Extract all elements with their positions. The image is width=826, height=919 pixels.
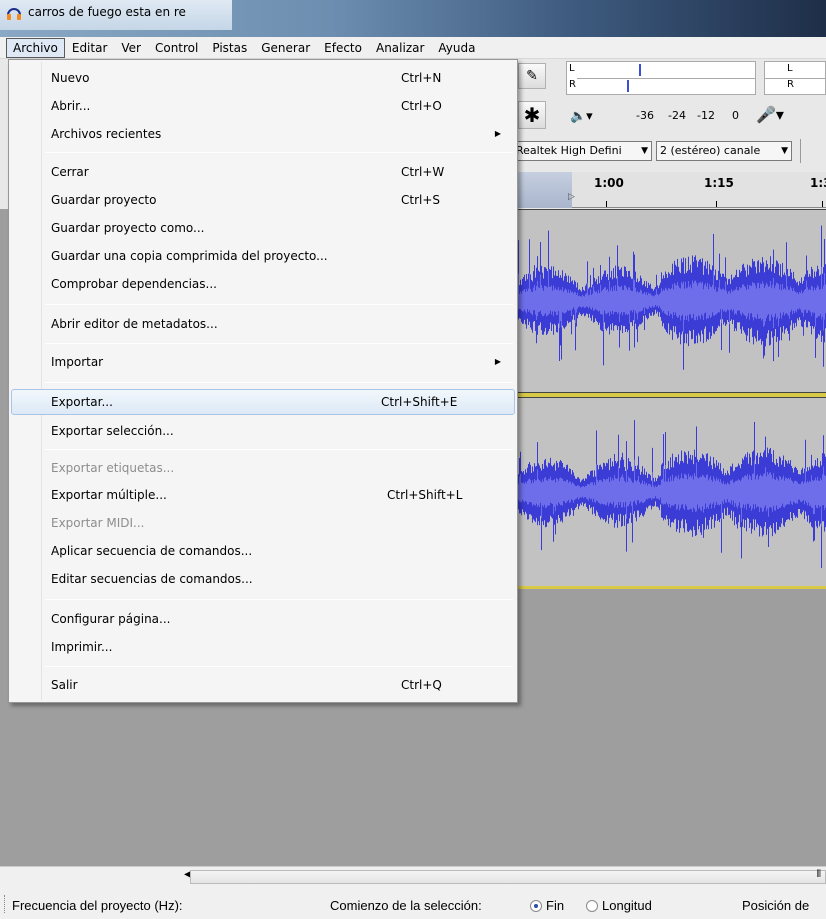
menu-bar: Archivo Editar Ver Control Pistas Genera… [0,37,826,59]
position-label: Posición de [742,898,810,913]
db-label-12: -12 [697,109,715,122]
menu-separator [45,152,513,153]
pencil-icon: ✎ [526,68,538,84]
menu-editar[interactable]: Editar [65,38,115,58]
menu-separator [45,382,513,383]
meter-right-label: R [569,79,576,90]
ruler-label-1-30: 1:3 [810,176,826,190]
menu-ver[interactable]: Ver [114,38,148,58]
file-menu: Nuevo Ctrl+N Abrir... Ctrl+O Archivos re… [8,59,518,703]
menu-item-guardar-proyecto[interactable]: Guardar proyecto Ctrl+S [11,188,515,212]
selection-start-label: Comienzo de la selección: [330,898,482,913]
menu-item-archivos-recientes[interactable]: Archivos recientes ▶ [11,122,515,146]
draw-tool-button[interactable]: ✎ [518,63,546,89]
radio-selected-icon [530,900,542,912]
project-rate-label: Frecuencia del proyecto (Hz): [12,898,183,913]
ruler-label-1-15: 1:15 [704,176,734,190]
multi-tool-button[interactable]: ✱ [518,101,546,129]
end-radio[interactable]: Fin [530,898,564,913]
ruler-label-1-00: 1:00 [594,176,624,190]
waveform-left [510,225,826,370]
menu-gutter [41,62,42,700]
rec-meter-right-label: R [787,79,794,90]
menu-separator [45,343,513,344]
menu-item-salir[interactable]: Salir Ctrl+Q [11,673,515,697]
menu-item-exportar-etiquetas: Exportar etiquetas... [51,461,175,475]
meter-peak-right [627,80,629,92]
db-label-24: -24 [668,109,686,122]
menu-item-exportar-midi: Exportar MIDI... [51,516,145,530]
waveform-right [510,420,826,569]
menu-control[interactable]: Control [148,38,205,58]
microphone-icon[interactable]: 🎤▾ [756,105,784,124]
menu-item-importar[interactable]: Importar ▶ [11,350,515,374]
menu-item-exportar-multiple[interactable]: Exportar múltiple... Ctrl+Shift+L [11,483,515,507]
scroll-thumb[interactable] [190,870,826,884]
db-label-0: 0 [732,109,739,122]
menu-item-exportar-seleccion[interactable]: Exportar selección... [11,419,515,443]
channels-select[interactable]: 2 (estéreo) canale ▼ [656,141,792,161]
submenu-arrow-icon: ▶ [494,357,501,366]
menu-pistas[interactable]: Pistas [205,38,254,58]
menu-ayuda[interactable]: Ayuda [431,38,482,58]
menu-separator [45,599,513,600]
menu-item-aplicar-secuencia[interactable]: Aplicar secuencia de comandos... [11,539,515,563]
menu-item-imprimir[interactable]: Imprimir... [11,635,515,659]
end-option-label: Fin [546,898,565,913]
length-radio[interactable]: Longitud [586,898,652,913]
radio-unselected-icon [586,900,598,912]
play-head-icon: ▷ [568,192,575,202]
chevron-down-icon: ▼ [781,146,788,156]
horizontal-scrollbar[interactable]: ◀ ⦀ [0,866,826,886]
title-bar: carros de fuego esta en re [0,0,826,37]
length-option-label: Longitud [602,898,652,913]
selection-toolbar: Frecuencia del proyecto (Hz): Comienzo d… [0,886,826,919]
toolbar-grip[interactable] [4,895,7,913]
menu-analizar[interactable]: Analizar [369,38,431,58]
audio-track-right-channel[interactable] [510,397,826,587]
menu-item-abrir[interactable]: Abrir... Ctrl+O [11,94,515,118]
menu-item-nuevo[interactable]: Nuevo Ctrl+N [11,66,515,90]
menu-generar[interactable]: Generar [254,38,317,58]
asterisk-icon: ✱ [523,103,541,127]
menu-item-configurar-pagina[interactable]: Configurar página... [11,607,515,631]
menu-item-editar-secuencias[interactable]: Editar secuencias de comandos... [11,567,515,591]
db-label-36: -36 [636,109,654,122]
menu-separator [45,666,513,667]
ruler-selection [510,172,572,208]
menu-item-comprobar-dependencias[interactable]: Comprobar dependencias... [11,272,515,296]
audacity-app-icon [7,8,21,20]
menu-efecto[interactable]: Efecto [317,38,369,58]
menu-item-abrir-editor-metadatos[interactable]: Abrir editor de metadatos... [11,312,515,336]
audio-track-left-channel[interactable] [510,209,826,393]
meter-left-label: L [569,63,575,74]
output-device-value: Realtek High Defini [516,144,622,157]
menu-item-guardar-proyecto-como[interactable]: Guardar proyecto como... [11,216,515,240]
playback-meter[interactable]: L R [566,61,756,95]
record-meter[interactable]: L R [764,61,826,95]
chevron-down-icon: ▼ [641,146,648,156]
menu-item-exportar[interactable]: Exportar... Ctrl+Shift+E [11,389,515,415]
output-device-select[interactable]: Realtek High Defini ▼ [512,141,652,161]
track-bottom-border [510,586,826,589]
scroll-grip-icon: ⦀ [816,869,822,880]
menu-item-guardar-copia-comprimida[interactable]: Guardar una copia comprimida del proyect… [11,244,515,268]
timeline-ruler[interactable]: ▷ 1:00 1:15 1:3 [510,172,826,208]
menu-separator [45,304,513,305]
meter-peak-left [639,64,641,76]
menu-item-cerrar[interactable]: Cerrar Ctrl+W [11,160,515,184]
speaker-icon[interactable]: 🔈▾ [570,109,593,124]
channels-value: 2 (estéreo) canale [660,144,761,157]
submenu-arrow-icon: ▶ [494,129,501,138]
window-title: carros de fuego esta en re [28,5,186,19]
rec-meter-left-label: L [787,63,793,74]
menu-separator [45,449,513,450]
menu-archivo[interactable]: Archivo [6,37,65,58]
